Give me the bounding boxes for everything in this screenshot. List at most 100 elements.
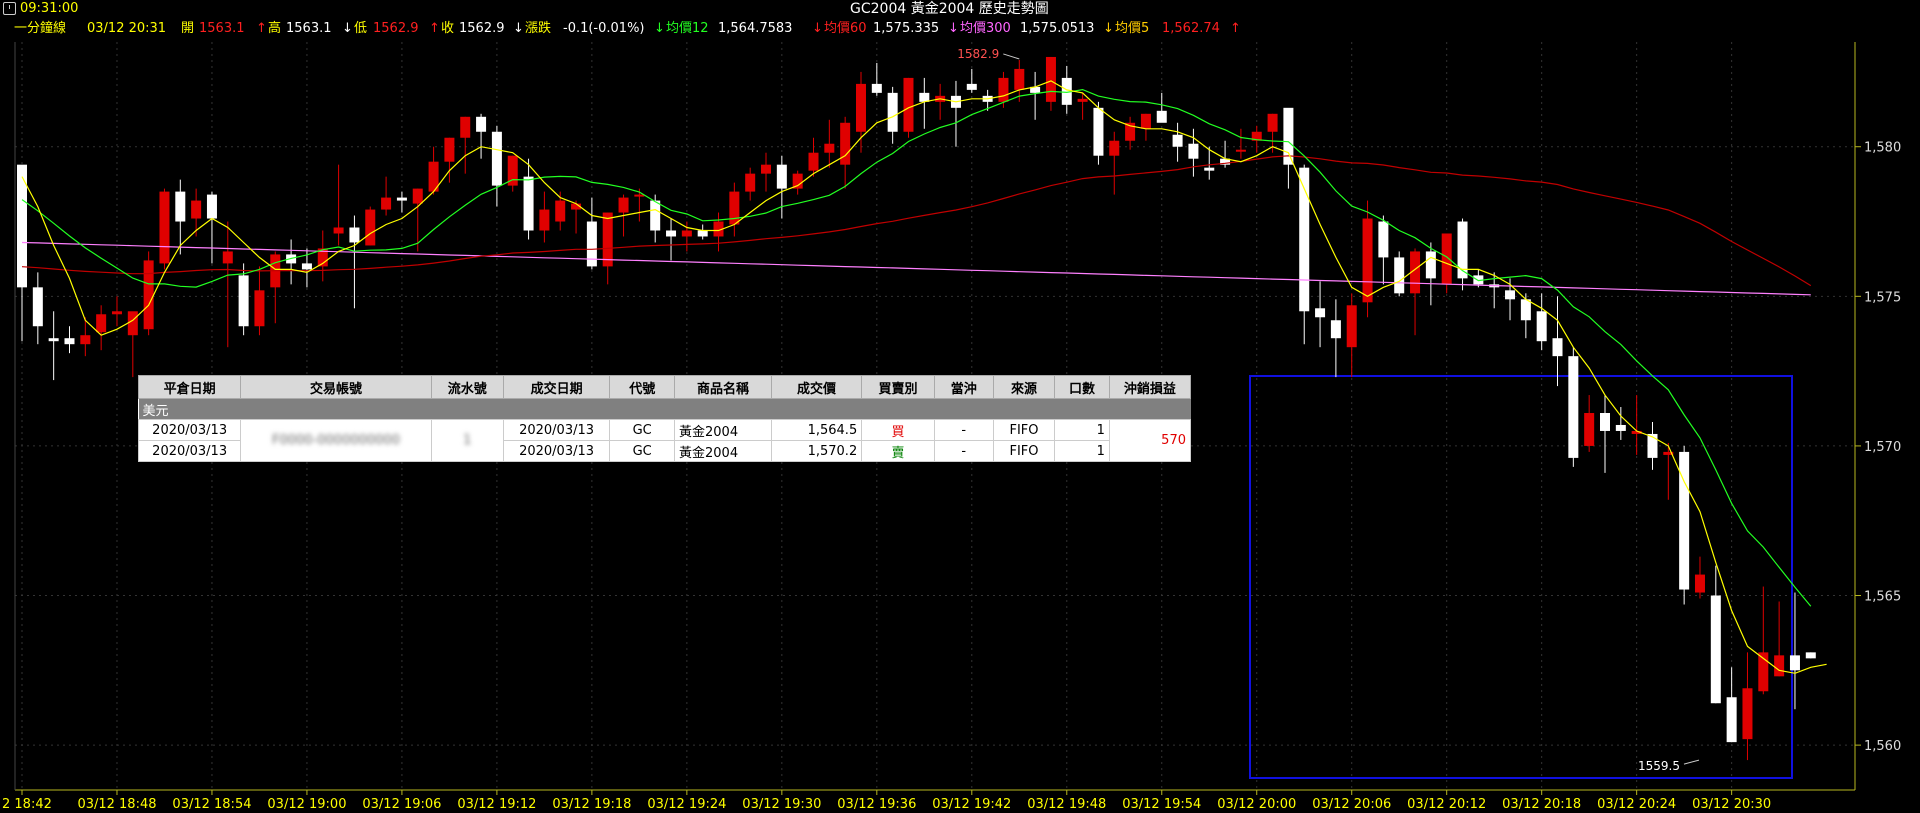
candle-body <box>650 200 661 231</box>
candle-body <box>301 263 312 270</box>
column-header[interactable]: 代號 <box>609 375 675 399</box>
candle-body <box>1441 233 1452 285</box>
x-tick-label: 03/12 20:06 <box>1312 797 1391 812</box>
x-tick-label: 03/12 19:06 <box>362 797 441 812</box>
candle-body <box>1267 113 1278 132</box>
candle-body <box>1536 311 1547 342</box>
y-tick-label: 1,570 <box>1864 440 1901 455</box>
y-tick-label: 1,560 <box>1864 739 1901 754</box>
candle-body <box>1346 305 1357 348</box>
candle-body <box>1315 308 1326 318</box>
column-header[interactable]: 當沖 <box>933 375 994 399</box>
column-header[interactable]: 口數 <box>1054 375 1110 399</box>
x-tick-label: 03/12 19:36 <box>837 797 916 812</box>
candle-body <box>808 152 819 171</box>
x-tick-label: 2 18:42 <box>2 797 52 812</box>
candle-body <box>776 164 787 189</box>
candle-body <box>238 275 249 327</box>
candle-body <box>1505 290 1516 300</box>
candle-body <box>396 197 407 201</box>
candle-body <box>460 116 471 138</box>
close-date-cell: 2020/03/13 <box>137 419 242 441</box>
qty-cell: 1 <box>1054 419 1110 441</box>
ma12-line <box>21 88 1812 607</box>
candle-body <box>143 260 154 330</box>
candle-body <box>1235 149 1246 152</box>
x-tick-label: 03/12 19:24 <box>647 797 726 812</box>
candle-body <box>1077 98 1088 102</box>
selection-box <box>1249 375 1793 779</box>
x-tick-label: 03/12 19:54 <box>1122 797 1201 812</box>
currency-group-label: 美元 <box>138 398 1191 420</box>
candle-body <box>1694 574 1705 593</box>
product-name-cell: 黃金2004 <box>674 440 772 462</box>
x-tick-label: 03/12 19:30 <box>742 797 821 812</box>
candle-body <box>998 77 1009 102</box>
product-name-cell: 黃金2004 <box>674 419 772 441</box>
candle-body <box>1425 251 1436 279</box>
candle-body <box>1726 697 1737 743</box>
column-header[interactable]: 流水號 <box>430 375 504 399</box>
low-annotation: 1559.5 <box>1638 759 1680 773</box>
candle-body <box>602 212 613 267</box>
daytrade-cell: - <box>933 419 994 441</box>
column-header[interactable]: 平倉日期 <box>137 375 242 399</box>
candle-body <box>159 191 170 264</box>
candle-body <box>523 176 534 231</box>
column-header[interactable]: 成交價 <box>770 375 863 399</box>
code-cell: GC <box>609 440 675 462</box>
candle-body <box>333 227 344 234</box>
account-cell: F0000-0000000000 <box>240 419 432 462</box>
column-header[interactable]: 交易帳號 <box>240 375 432 399</box>
column-header[interactable]: 成交日期 <box>502 375 611 399</box>
candle-body <box>1362 218 1373 303</box>
trade-date-cell: 2020/03/13 <box>502 419 611 441</box>
high-annotation: 1582.9 <box>957 47 999 61</box>
candle-body <box>745 173 756 192</box>
x-tick-label: 03/12 18:48 <box>77 797 156 812</box>
y-tick-label: 1,565 <box>1864 590 1901 605</box>
candle-body <box>1805 652 1816 659</box>
daytrade-cell: - <box>933 440 994 462</box>
candle-body <box>1172 134 1183 147</box>
x-tick-label: 03/12 19:12 <box>457 797 536 812</box>
pnl-cell: 570 <box>1108 419 1192 462</box>
candle-body <box>966 83 977 90</box>
ma300-line <box>21 241 1811 296</box>
column-header[interactable]: 來源 <box>992 375 1056 399</box>
candle-body <box>254 290 265 327</box>
side-cell: 買 <box>861 419 935 441</box>
x-tick-label: 03/12 20:00 <box>1217 797 1296 812</box>
column-header[interactable]: 商品名稱 <box>674 375 772 399</box>
candle-body <box>1615 424 1626 431</box>
serial-cell: 1 <box>430 419 504 462</box>
candle-body <box>80 335 91 345</box>
candle-body <box>1188 143 1199 159</box>
candle-body <box>555 200 566 222</box>
candle-body <box>666 230 677 237</box>
candle-body <box>1140 113 1151 129</box>
x-tick-label: 03/12 20:12 <box>1407 797 1486 812</box>
column-header[interactable]: 沖銷損益 <box>1108 375 1192 399</box>
candle-body <box>634 194 645 197</box>
code-cell: GC <box>609 419 675 441</box>
candle-body <box>729 191 740 225</box>
table-header-row: 平倉日期 交易帳號 流水號 成交日期 代號 商品名稱 成交價 買賣別 當沖 來源 口數 沖銷損益 <box>137 375 1192 399</box>
candle-body <box>681 230 692 237</box>
x-tick-label: 03/12 19:42 <box>932 797 1011 812</box>
candle-body <box>191 200 202 219</box>
serial-value: 1 <box>463 433 472 448</box>
table-row[interactable]: 2020/03/13 F0000-0000000000 1 2020/03/13… <box>137 419 1192 462</box>
candle-body <box>887 92 898 132</box>
low-marker-line <box>1683 759 1700 765</box>
candle-body <box>824 143 835 153</box>
candle-body <box>127 311 138 336</box>
candle-body <box>1045 56 1056 102</box>
column-header[interactable]: 買賣別 <box>861 375 935 399</box>
candle-body <box>855 83 866 132</box>
candle-body <box>1204 167 1215 171</box>
candle-body <box>1156 110 1167 123</box>
candle-body <box>206 194 217 219</box>
candle-body <box>1600 413 1610 431</box>
x-tick-label: 03/12 18:54 <box>172 797 251 812</box>
